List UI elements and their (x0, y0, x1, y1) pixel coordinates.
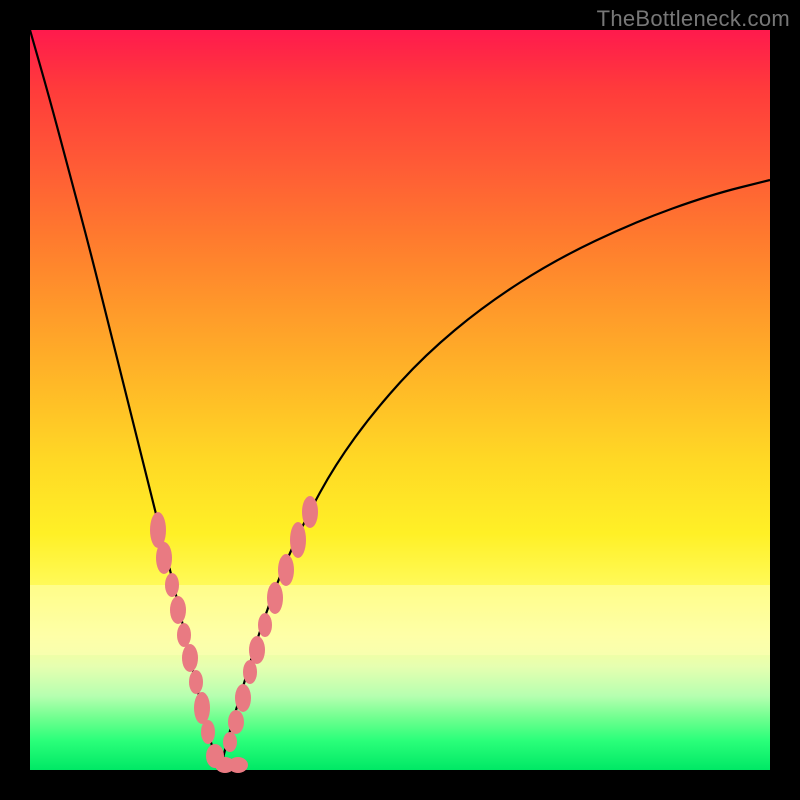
bead (228, 757, 248, 773)
bead (267, 582, 283, 614)
bead (170, 596, 186, 624)
bead (243, 660, 257, 684)
bead (201, 720, 215, 744)
bead (194, 692, 210, 724)
bead-cluster (150, 496, 318, 773)
bead (177, 623, 191, 647)
bead (228, 710, 244, 734)
chart-svg (30, 30, 770, 770)
bead (235, 684, 251, 712)
bead (165, 573, 179, 597)
bead (302, 496, 318, 528)
bead (258, 613, 272, 637)
bead (182, 644, 198, 672)
bead (278, 554, 294, 586)
bead (156, 542, 172, 574)
bead (249, 636, 265, 664)
bead (290, 522, 306, 558)
watermark-text: TheBottleneck.com (597, 6, 790, 32)
bead (223, 732, 237, 752)
bead (189, 670, 203, 694)
right-curve-line (220, 180, 770, 770)
